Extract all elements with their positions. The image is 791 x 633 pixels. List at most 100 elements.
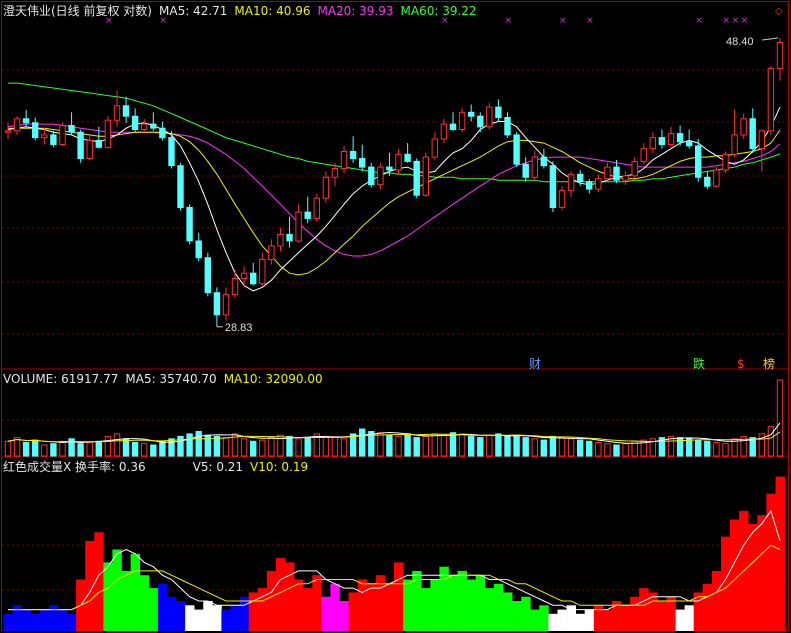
candle-body: [413, 160, 420, 196]
turnover-bar: [130, 553, 140, 631]
candle-body: [549, 165, 557, 208]
candle: [250, 262, 257, 286]
volume-bar: [595, 442, 602, 457]
event-marker: ×: [741, 16, 749, 26]
candle-body: [304, 211, 311, 219]
turnover-bar: [58, 609, 68, 631]
turnover-bar: [675, 609, 685, 631]
volume-bar: [104, 435, 112, 457]
candle-body: [658, 137, 666, 146]
volume-bar: [776, 379, 784, 457]
candle: [749, 108, 756, 153]
stock-chart[interactable]: 48.4028.83× × × × × × × × × ×◇: [0, 0, 791, 633]
candle: [722, 151, 729, 173]
turnover-value: 红色成交量X 换手率: 0.36: [3, 460, 146, 474]
candle: [658, 129, 666, 149]
candle: [686, 129, 693, 149]
candle-body: [595, 178, 602, 190]
candle: [558, 186, 566, 211]
candle: [59, 122, 66, 146]
candle-body: [359, 158, 366, 168]
volume-bar: [767, 426, 775, 457]
turnover-bar: [194, 609, 204, 631]
ma20-value: MA20: 39.93: [317, 4, 394, 18]
ma10-value: MA10: 40.96: [234, 4, 311, 18]
volume-bar: [95, 440, 102, 457]
volume-bar: [449, 432, 457, 457]
finance-flag[interactable]: 财: [529, 357, 541, 371]
drop-flag[interactable]: 跌: [693, 357, 705, 371]
dividend-flag[interactable]: $: [737, 357, 745, 371]
volume-bar: [404, 433, 411, 457]
volume-bar: [41, 444, 48, 457]
candle-body: [649, 137, 656, 150]
candle: [458, 108, 466, 133]
high-price-pointer: [761, 37, 779, 41]
volume-bar: [458, 433, 466, 457]
turnover-bar: [221, 609, 231, 631]
candle-body: [313, 197, 321, 219]
ranking-flag[interactable]: 榜: [763, 357, 775, 371]
volume-bar: [331, 437, 339, 457]
candle-body: [213, 292, 221, 316]
candle: [740, 113, 747, 140]
volume-bar: [340, 438, 348, 457]
turnover-v5-value: V5: 0.21: [192, 460, 244, 474]
event-marker: ×: [732, 16, 740, 26]
candle-body: [368, 166, 375, 186]
volume-bar: [604, 443, 611, 457]
volume-bar: [304, 437, 311, 457]
candle-body: [686, 141, 693, 147]
candle-body: [4, 130, 12, 133]
candle: [413, 158, 420, 199]
candle: [704, 171, 711, 190]
candle-body: [95, 139, 102, 148]
candle-body: [222, 294, 230, 316]
volume-bar: [477, 437, 484, 457]
candle-body: [722, 153, 729, 171]
volume-bar: [4, 440, 12, 457]
candle: [504, 112, 511, 138]
volume-bar: [549, 435, 557, 457]
candle-body: [259, 258, 266, 285]
candle: [195, 232, 202, 262]
turnover-bar: [275, 558, 286, 631]
volume-bar: [240, 438, 248, 457]
candle-body: [604, 166, 611, 180]
candle-body: [495, 106, 502, 118]
candle-body: [349, 151, 357, 159]
candle-body: [177, 165, 184, 208]
turnover-bar: [312, 575, 322, 631]
volume-bar: [413, 437, 420, 457]
candle: [531, 151, 538, 181]
turnover-bar: [757, 515, 767, 631]
turnover-bar: [630, 596, 640, 631]
candle: [295, 204, 302, 243]
candle-body: [676, 133, 684, 143]
candle: [104, 116, 112, 149]
volume-bar: [195, 431, 202, 457]
turnover-bar: [466, 579, 477, 631]
turnover-bar: [602, 609, 613, 631]
turnover-bar: [475, 575, 486, 631]
candle: [286, 216, 293, 248]
turnover-bar: [185, 605, 195, 631]
candle: [304, 196, 311, 224]
turnover-bar: [303, 588, 313, 631]
candle: [604, 162, 611, 182]
volume-bar: [50, 443, 57, 457]
turnover-bar: [366, 583, 377, 631]
volume-bar: [113, 433, 121, 457]
candle: [50, 130, 57, 148]
turnover-bar: [512, 601, 522, 631]
candle: [68, 112, 75, 135]
turnover-bar: [3, 613, 13, 631]
candle-body: [731, 134, 738, 155]
candle-body: [631, 160, 638, 177]
candle-body: [640, 148, 647, 162]
chart-title: 澄天伟业(日线 前复权 对数): [3, 4, 152, 18]
candle: [449, 112, 457, 131]
candle-body: [150, 123, 157, 129]
volume-bar: [131, 442, 139, 457]
candle-body: [240, 272, 248, 280]
